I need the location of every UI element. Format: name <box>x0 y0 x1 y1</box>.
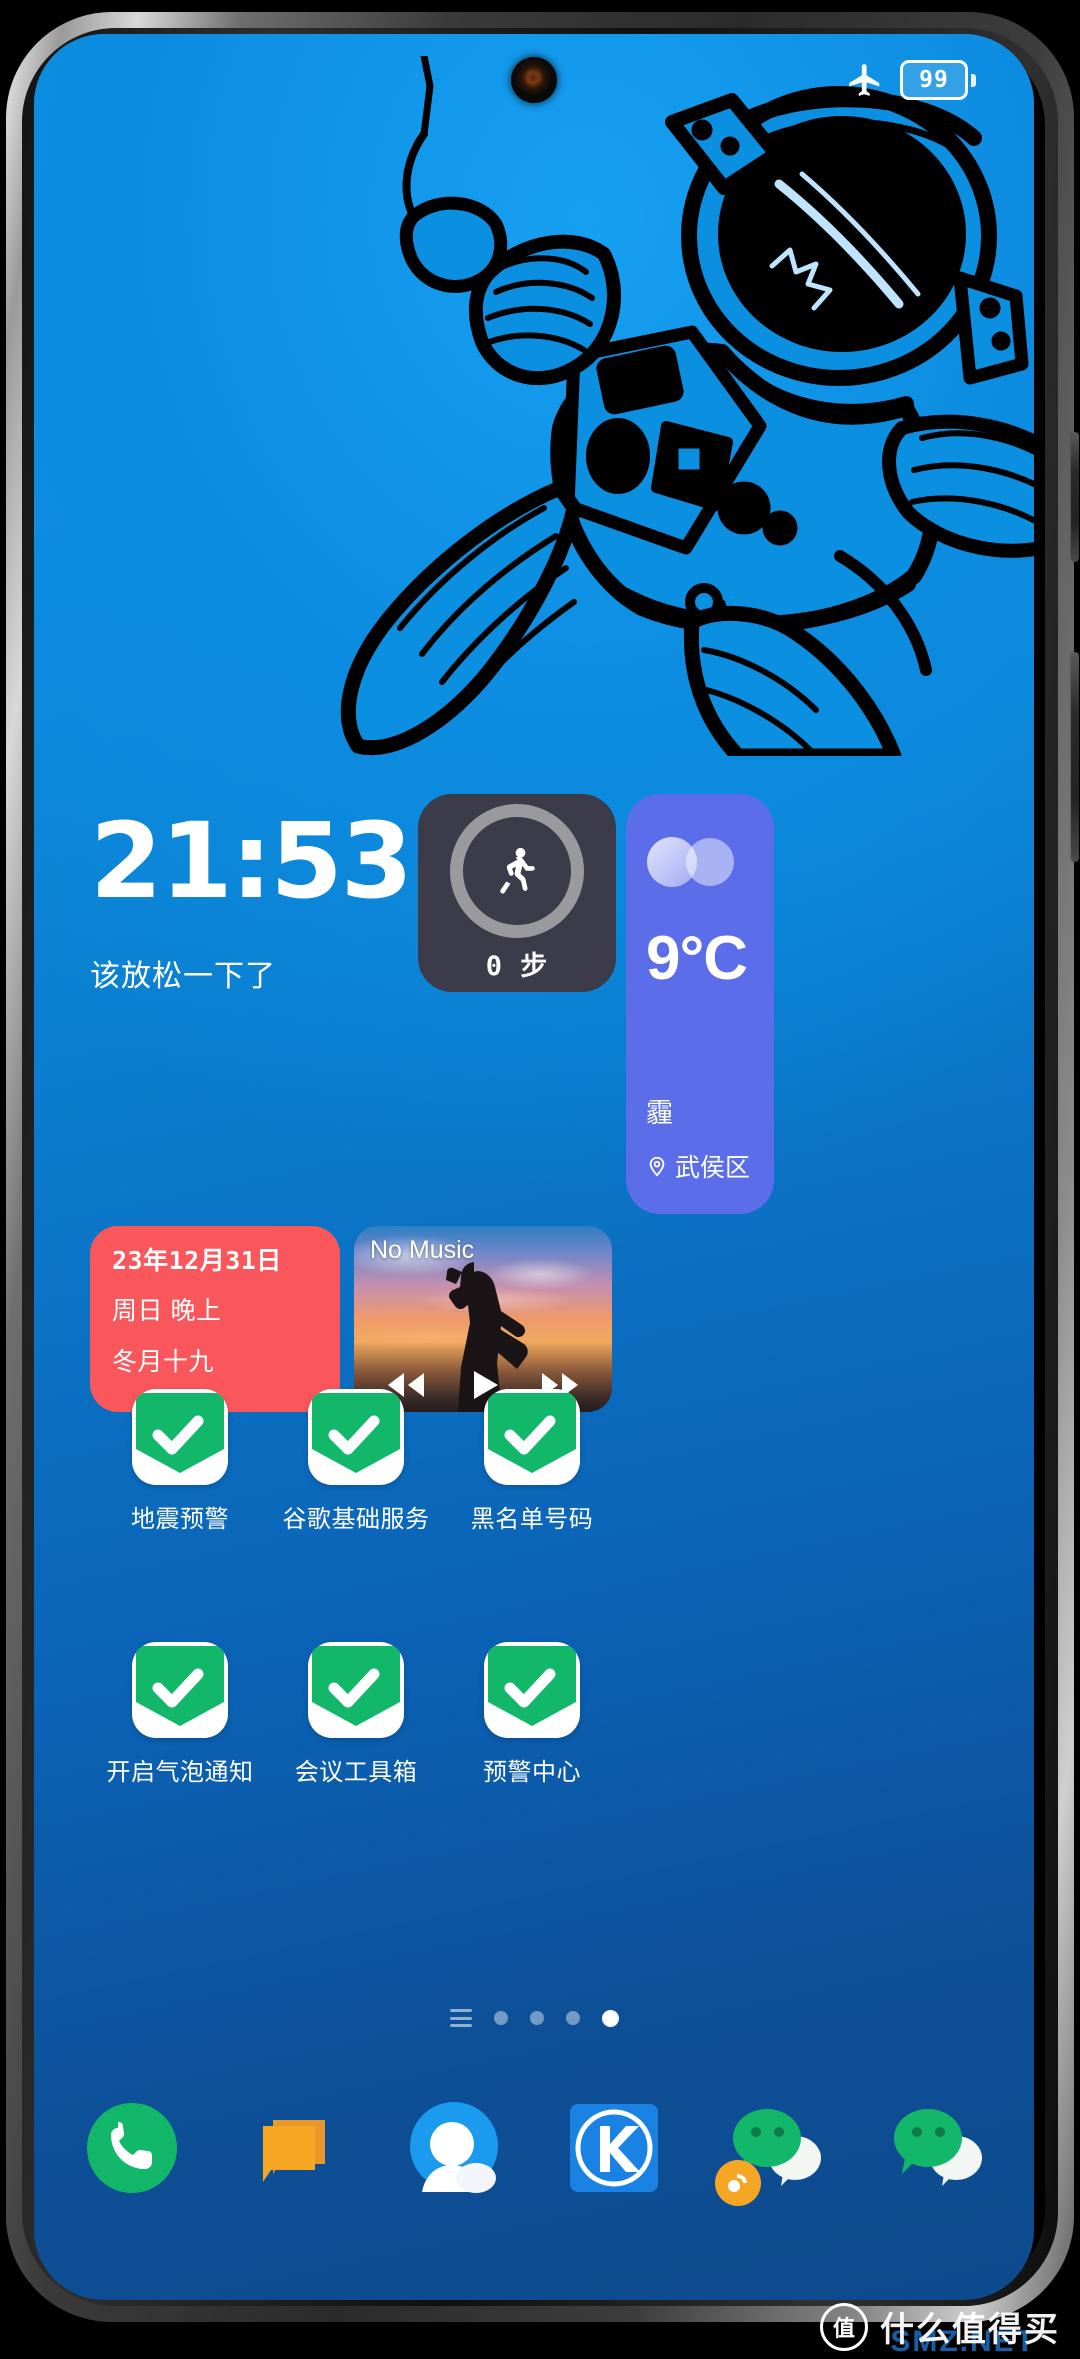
app-grid: 地震预警 谷歌基础服务 黑名单号码 开启气泡通知 会议工具箱 预警中心 <box>34 1389 1034 1895</box>
app-icon <box>308 1389 404 1485</box>
green-shield-check-icon <box>312 1646 400 1726</box>
airplane-icon <box>849 64 880 96</box>
weather-location-text: 武侯区 <box>675 1154 751 1182</box>
power-button[interactable] <box>1071 652 1079 862</box>
music-title: No Music <box>370 1236 475 1264</box>
app-label: 黑名单号码 <box>470 1506 594 1533</box>
widget-row-top: 21:53 该放松一下了 0 步 9°C 霾 武侯区 <box>90 794 978 1214</box>
app-item[interactable]: 谷歌基础服务 <box>268 1389 444 1534</box>
app-row-2: 开启气泡通知 会议工具箱 预警中心 <box>92 1642 976 1787</box>
battery-indicator: 99 <box>900 60 976 100</box>
green-shield-check-icon <box>312 1393 400 1473</box>
page-dot-active[interactable] <box>601 2009 619 2027</box>
app-label: 谷歌基础服务 <box>282 1506 430 1533</box>
watermark-text: 什么值得买 <box>880 2311 1060 2349</box>
app-item[interactable]: 地震预警 <box>92 1389 268 1534</box>
page-dot[interactable] <box>493 2011 508 2025</box>
battery-cap <box>971 73 976 87</box>
green-shield-check-icon <box>488 1646 576 1726</box>
calendar-widget[interactable]: 23年12月31日 周日 晚上 冬月十九 <box>90 1226 340 1412</box>
volume-button[interactable] <box>1071 432 1079 562</box>
dock-item-wechat-dual[interactable] <box>715 2094 829 2206</box>
app-row-1: 地震预警 谷歌基础服务 黑名单号码 <box>92 1389 976 1534</box>
battery-icon: 99 <box>900 60 968 100</box>
page-dot[interactable] <box>529 2011 544 2025</box>
weather-location: 武侯区 <box>646 1148 754 1184</box>
dock <box>34 2094 1034 2206</box>
green-shield-check-icon <box>488 1393 576 1473</box>
clock-widget[interactable]: 21:53 该放松一下了 <box>90 794 413 1214</box>
widget-area: 21:53 该放松一下了 0 步 9°C 霾 武侯区 23年12月31日 周日 … <box>34 794 1034 1412</box>
dock-item-phone[interactable] <box>78 2094 186 2202</box>
step-progress-ring <box>450 803 584 938</box>
dock-item-k-app[interactable] <box>560 2094 668 2202</box>
watermark: 值 什么值得买 <box>820 2302 1060 2351</box>
letter-k-icon <box>570 2104 659 2192</box>
dock-item-messages[interactable] <box>239 2094 347 2202</box>
screenshot-root: 99 21:53 该放松一下了 0 步 9°C 霾 武侯区 23年12月31日 … <box>0 0 1080 2359</box>
hamburger-menu-icon[interactable] <box>449 2009 472 2027</box>
app-label: 预警中心 <box>483 1759 581 1786</box>
dock-item-wechat[interactable] <box>882 2094 990 2202</box>
calendar-date: 23年12月31日 <box>112 1246 282 1275</box>
app-item[interactable]: 会议工具箱 <box>268 1642 444 1787</box>
app-item[interactable]: 黑名单号码 <box>444 1389 620 1534</box>
weather-widget[interactable]: 9°C 霾 武侯区 <box>626 794 774 1214</box>
page-indicator <box>34 2009 1034 2027</box>
dual-app-badge-icon <box>715 2160 762 2206</box>
clock-time: 21:53 <box>90 800 413 922</box>
weather-temperature: 9°C <box>646 924 748 993</box>
calendar-lunar: 冬月十九 <box>112 1348 215 1376</box>
app-icon <box>308 1642 404 1738</box>
phone-icon <box>87 2103 177 2193</box>
app-icon <box>484 1389 580 1485</box>
app-icon <box>132 1389 228 1485</box>
dock-item-contacts[interactable] <box>400 2094 508 2202</box>
clock-subtitle: 该放松一下了 <box>90 959 276 993</box>
green-shield-check-icon <box>136 1646 224 1726</box>
phone-screen: 99 21:53 该放松一下了 0 步 9°C 霾 武侯区 23年12月31日 … <box>34 34 1034 2300</box>
app-icon <box>484 1642 580 1738</box>
app-icon <box>132 1642 228 1738</box>
message-bubbles-icon <box>262 2120 325 2182</box>
location-pin-icon <box>649 1156 665 1177</box>
widget-row-bottom: 23年12月31日 周日 晚上 冬月十九 No Music <box>90 1226 978 1412</box>
wechat-icon <box>893 2109 982 2186</box>
app-label: 地震预警 <box>131 1506 229 1533</box>
watermark-badge: 值 <box>820 2302 868 2351</box>
contacts-person-icon <box>409 2102 498 2193</box>
step-counter-widget[interactable]: 0 步 <box>418 794 616 992</box>
step-count-label: 0 步 <box>485 950 549 982</box>
running-person-icon <box>500 847 535 894</box>
weather-condition: 霾 <box>646 1098 673 1128</box>
front-camera-punch-hole <box>514 60 554 100</box>
haze-cloud-icon <box>647 837 734 887</box>
app-item[interactable]: 开启气泡通知 <box>92 1642 268 1787</box>
green-shield-check-icon <box>136 1393 224 1473</box>
app-item[interactable]: 预警中心 <box>444 1642 620 1787</box>
music-widget[interactable]: No Music <box>354 1226 612 1412</box>
battery-level-text: 99 <box>919 67 949 93</box>
app-label: 会议工具箱 <box>294 1759 418 1786</box>
app-label: 开启气泡通知 <box>106 1759 254 1786</box>
calendar-weekday: 周日 晚上 <box>112 1297 222 1325</box>
page-dot[interactable] <box>565 2011 580 2025</box>
